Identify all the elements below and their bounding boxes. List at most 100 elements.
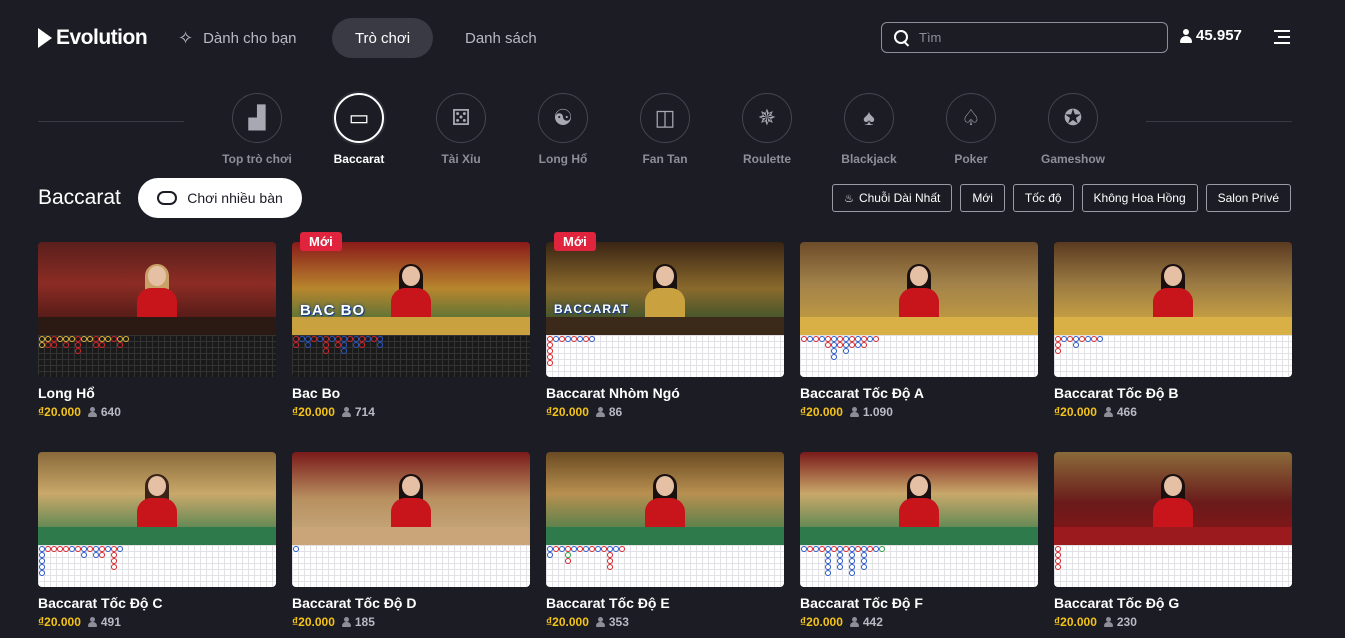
- filter-label: Mới: [972, 191, 993, 205]
- category-fan-tan[interactable]: ◫ Fan Tan: [615, 93, 715, 166]
- new-badge: Mới: [554, 232, 596, 251]
- user-icon: [849, 617, 859, 627]
- filter-new[interactable]: Mới: [960, 184, 1005, 212]
- category-poker[interactable]: ♤ Poker: [921, 93, 1021, 166]
- category-label: Fan Tan: [642, 152, 688, 166]
- category-long-ho[interactable]: ☯ Long Hổ: [513, 93, 613, 166]
- score-road: [1054, 335, 1292, 377]
- game-thumbnail[interactable]: [292, 452, 530, 587]
- player-count-value: 640: [100, 405, 121, 419]
- filter-speed[interactable]: Tốc độ: [1012, 184, 1074, 212]
- nav-games-label: Trò chơi: [354, 29, 411, 47]
- game-thumbnail[interactable]: BACCARAT: [546, 242, 784, 377]
- game-thumbnail[interactable]: [800, 452, 1038, 587]
- game-player-count: 86: [595, 405, 622, 419]
- game-card[interactable]: Mới BAC BO Bac Bo ₫20.000 714: [292, 232, 530, 419]
- category-label: Tài Xỉu: [441, 152, 481, 166]
- game-meta: ₫20.000 640: [38, 405, 276, 419]
- category-tai-xiu[interactable]: ⚄ Tài Xỉu: [411, 93, 511, 166]
- game-title[interactable]: Baccarat Tốc Độ B: [1054, 385, 1292, 401]
- game-thumbnail[interactable]: [38, 242, 276, 377]
- user-icon: [1103, 617, 1113, 627]
- game-title[interactable]: Bac Bo: [292, 385, 530, 401]
- category-divider-right: [1146, 121, 1292, 122]
- game-player-count: 714: [341, 405, 375, 419]
- game-title[interactable]: Baccarat Tốc Độ F: [800, 595, 1038, 611]
- top-bar: Evolution ✧ Dành cho bạn Trò chơi Danh s…: [0, 0, 1345, 76]
- nav-games[interactable]: Trò chơi: [332, 18, 433, 58]
- multi-table-button[interactable]: Chơi nhiều bàn: [138, 178, 302, 218]
- category-roulette[interactable]: ✵ Roulette: [717, 93, 817, 166]
- game-card[interactable]: Long Hổ ₫20.000 640: [38, 242, 276, 419]
- player-count-value: 1.090: [862, 405, 893, 419]
- score-road: [1054, 545, 1292, 587]
- filter-label: Tốc độ: [1024, 191, 1062, 205]
- menu-icon[interactable]: [1274, 30, 1290, 44]
- user-icon: [1103, 407, 1113, 417]
- game-title[interactable]: Baccarat Tốc Độ G: [1054, 595, 1292, 611]
- score-road: [546, 335, 784, 377]
- search-icon: [894, 29, 910, 46]
- game-player-count: 442: [849, 615, 883, 629]
- evolution-logo-icon: [38, 28, 54, 48]
- game-thumbnail[interactable]: [38, 452, 276, 587]
- game-thumbnail[interactable]: [546, 452, 784, 587]
- game-thumbnail[interactable]: [1054, 242, 1292, 377]
- game-card[interactable]: Baccarat Tốc Độ E ₫20.000 353: [546, 452, 784, 629]
- player-count-value: 714: [354, 405, 375, 419]
- nav-list[interactable]: Danh sách: [465, 18, 537, 58]
- filter-salon-prive[interactable]: Salon Privé: [1205, 184, 1291, 212]
- game-card[interactable]: Mới BACCARAT Baccarat Nhòm Ngó ₫20.000 8…: [546, 232, 784, 419]
- user-icon: [87, 407, 97, 417]
- game-min-bet: ₫20.000: [1054, 405, 1097, 419]
- game-player-count: 466: [1103, 405, 1137, 419]
- game-meta: ₫20.000 230: [1054, 615, 1292, 629]
- game-min-bet: ₫20.000: [800, 615, 843, 629]
- dragon-tiger-icon: ☯: [538, 93, 588, 143]
- filter-longest-streak[interactable]: ♨ Chuỗi Dài Nhất: [832, 184, 953, 212]
- game-title[interactable]: Baccarat Tốc Độ E: [546, 595, 784, 611]
- player-count-value: 442: [862, 615, 883, 629]
- game-title[interactable]: Baccarat Tốc Độ C: [38, 595, 276, 611]
- game-title[interactable]: Long Hổ: [38, 385, 276, 401]
- nav-for-you[interactable]: ✧ Dành cho bạn: [178, 18, 297, 58]
- category-gameshow[interactable]: ✪ Gameshow: [1023, 93, 1123, 166]
- search-box[interactable]: [881, 22, 1168, 53]
- game-card[interactable]: Baccarat Tốc Độ B ₫20.000 466: [1054, 242, 1292, 419]
- category-top-games[interactable]: ▟ Top trò chơi: [207, 93, 307, 166]
- game-player-count: 491: [87, 615, 121, 629]
- game-card[interactable]: Baccarat Tốc Độ C ₫20.000 491: [38, 452, 276, 629]
- category-label: Roulette: [743, 152, 791, 166]
- game-thumbnail[interactable]: BAC BO: [292, 242, 530, 377]
- peek-baccarat-logo: BACCARAT: [554, 302, 630, 316]
- bac-bo-logo: BAC BO: [300, 302, 366, 319]
- game-player-count: 230: [1103, 615, 1137, 629]
- search-input[interactable]: [919, 30, 1149, 45]
- game-meta: ₫20.000 442: [800, 615, 1038, 629]
- filter-label: Salon Privé: [1217, 191, 1279, 205]
- game-thumbnail[interactable]: [1054, 452, 1292, 587]
- game-card[interactable]: Baccarat Tốc Độ F ₫20.000 442: [800, 452, 1038, 629]
- baccarat-icon: ▭: [334, 93, 384, 143]
- players-online: 45.957: [1180, 27, 1242, 44]
- game-min-bet: ₫20.000: [546, 405, 589, 419]
- game-title[interactable]: Baccarat Tốc Độ D: [292, 595, 530, 611]
- category-label: Poker: [954, 152, 988, 166]
- nav-list-label: Danh sách: [465, 29, 537, 47]
- game-title[interactable]: Baccarat Tốc Độ A: [800, 385, 1038, 401]
- category-baccarat[interactable]: ▭ Baccarat: [309, 93, 409, 166]
- game-card[interactable]: Baccarat Tốc Độ A ₫20.000 1.090: [800, 242, 1038, 419]
- game-card[interactable]: Baccarat Tốc Độ D ₫20.000 185: [292, 452, 530, 629]
- evolution-logo[interactable]: Evolution: [38, 26, 148, 50]
- game-card[interactable]: Baccarat Tốc Độ G ₫20.000 230: [1054, 452, 1292, 629]
- sparkle-icon: ✧: [178, 27, 194, 48]
- filter-no-commission[interactable]: Không Hoa Hồng: [1081, 184, 1198, 212]
- game-player-count: 185: [341, 615, 375, 629]
- player-count-value: 491: [100, 615, 121, 629]
- category-blackjack[interactable]: ♠ Blackjack: [819, 93, 919, 166]
- game-thumbnail[interactable]: [800, 242, 1038, 377]
- game-title[interactable]: Baccarat Nhòm Ngó: [546, 385, 784, 401]
- player-count-value: 185: [354, 615, 375, 629]
- game-min-bet: ₫20.000: [292, 405, 335, 419]
- flame-icon: ♨: [844, 192, 854, 205]
